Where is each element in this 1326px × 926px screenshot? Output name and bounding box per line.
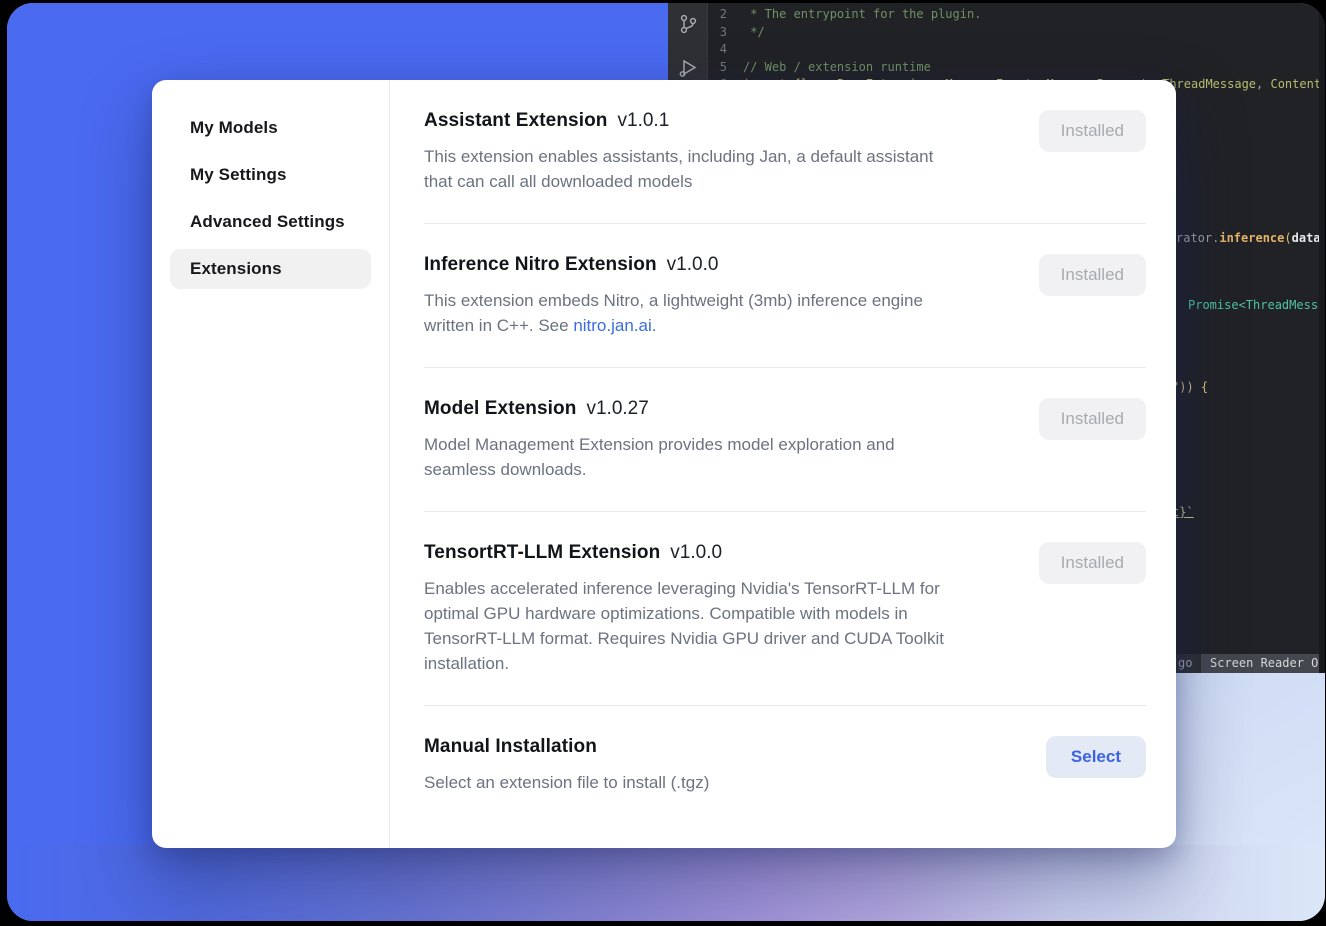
line-number: 4	[709, 41, 743, 59]
nav-item-label: My Settings	[190, 165, 287, 184]
code-token: ThreadMessage	[1162, 76, 1256, 94]
extension-version: v1.0.27	[586, 398, 648, 420]
code-token: Promise<ThreadMessage>	[1188, 298, 1325, 312]
extension-description: This extension embeds Nitro, a lightweig…	[424, 288, 1039, 338]
sidebar-nav-item[interactable]: My Settings	[170, 155, 371, 195]
code-fragment: ")) {	[1172, 379, 1208, 395]
code-token: ,	[1256, 76, 1270, 94]
run-debug-icon[interactable]	[677, 57, 699, 79]
extension-section: Assistant Extension v1.0.1 This extensio…	[390, 80, 1176, 194]
extension-description: Model Management Extension provides mode…	[424, 432, 1039, 482]
line-number: 5	[709, 59, 743, 77]
extension-action-button[interactable]: Installed	[1039, 398, 1146, 440]
sidebar-nav-item[interactable]: Extensions	[170, 249, 371, 289]
sidebar-nav-item[interactable]: My Models	[170, 108, 371, 148]
extension-action-button[interactable]: Installed	[1039, 254, 1146, 296]
sidebar-nav-item[interactable]: Advanced Settings	[170, 202, 371, 242]
extension-version: v1.0.0	[667, 254, 719, 276]
extension-title: TensortRT-LLM Extension	[424, 542, 660, 564]
extension-section: Model Extension v1.0.27 Model Management…	[390, 368, 1176, 482]
settings-modal: My Models My Settings Advanced Settings …	[152, 80, 1176, 848]
extension-link[interactable]: nitro.jan.ai.	[573, 316, 656, 335]
code-fragment: rator.inference(data));	[1176, 230, 1325, 246]
extension-description: This extension enables assistants, inclu…	[424, 144, 1039, 194]
code-token: data	[1292, 231, 1321, 245]
nav-item-label: Advanced Settings	[190, 212, 345, 231]
code-token: inference	[1219, 231, 1284, 245]
source-control-icon[interactable]	[677, 13, 699, 35]
extensions-list: Assistant Extension v1.0.1 This extensio…	[390, 80, 1176, 848]
code-token: ")) {	[1172, 380, 1208, 394]
code-token: // Web / extension runtime	[743, 59, 931, 77]
extension-title: Manual Installation	[424, 736, 597, 758]
gradient-strip	[7, 845, 1325, 921]
code-token: * The entrypoint for the plugin.	[743, 6, 981, 24]
extension-title: Inference Nitro Extension	[424, 254, 657, 276]
extension-action-button[interactable]: Installed	[1039, 110, 1146, 152]
code-token: rator.	[1176, 231, 1219, 245]
nav-item-label: Extensions	[190, 259, 282, 278]
extension-description: Select an extension file to install (.tg…	[424, 770, 1046, 795]
extension-version: v1.0.0	[670, 542, 722, 564]
screen-reader-status-item[interactable]: Screen Reader Optimized	[1201, 654, 1325, 673]
extension-description: Enables accelerated inference leveraging…	[424, 576, 1039, 676]
code-token: ))	[1321, 231, 1325, 245]
code-fragment: Promise<ThreadMessage>	[1188, 297, 1325, 313]
extension-title: Model Extension	[424, 398, 576, 420]
extension-action-button[interactable]: Select	[1046, 736, 1146, 778]
code-line: 4	[709, 41, 1317, 59]
code-token: */	[743, 24, 765, 42]
extension-section: Inference Nitro Extension v1.0.0 This ex…	[390, 224, 1176, 338]
nav-item-label: My Models	[190, 118, 278, 137]
extension-version: v1.0.1	[618, 110, 670, 132]
code-line: 2 * The entrypoint for the plugin.	[709, 6, 1317, 24]
status-text-fragment: go	[1178, 654, 1192, 673]
extension-title: Assistant Extension	[424, 110, 608, 132]
code-line: 3 */	[709, 24, 1317, 42]
line-number: 2	[709, 6, 743, 24]
settings-sidebar: My Models My Settings Advanced Settings …	[152, 80, 390, 848]
extension-section: Manual Installation Select an extension …	[390, 706, 1176, 795]
line-number: 3	[709, 24, 743, 42]
extension-action-button[interactable]: Installed	[1039, 542, 1146, 584]
app-window: 2 * The entrypoint for the plugin.3 */45…	[7, 3, 1325, 921]
code-token: (	[1284, 231, 1291, 245]
code-token: ContentType	[1270, 76, 1325, 94]
code-line: 5// Web / extension runtime	[709, 59, 1317, 77]
extension-section: TensortRT-LLM Extension v1.0.0 Enables a…	[390, 512, 1176, 676]
